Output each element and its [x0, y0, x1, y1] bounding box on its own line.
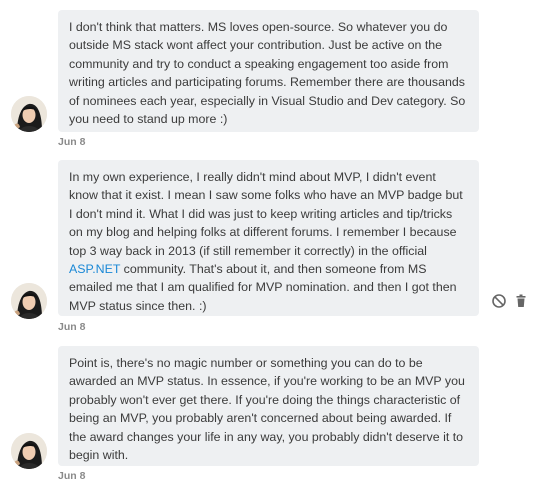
- message-text: Point is, there's no magic number or som…: [69, 356, 465, 463]
- trash-icon[interactable]: [513, 293, 529, 309]
- message-bubble: I don't think that matters. MS loves ope…: [58, 10, 479, 132]
- aspnet-link[interactable]: ASP.NET: [69, 262, 120, 276]
- avatar[interactable]: [11, 433, 47, 469]
- message-date: Jun 8: [58, 470, 86, 482]
- avatar[interactable]: [11, 96, 47, 132]
- block-icon[interactable]: [491, 293, 507, 309]
- message-text-part: community. That's about it, and then som…: [69, 262, 457, 313]
- message-bubble: In my own experience, I really didn't mi…: [58, 160, 479, 316]
- avatar-image: [11, 96, 47, 132]
- avatar-image: [11, 283, 47, 319]
- message-text-part: In my own experience, I really didn't mi…: [69, 170, 463, 258]
- message-actions: [491, 293, 531, 309]
- avatar-image: [11, 433, 47, 469]
- avatar[interactable]: [11, 283, 47, 319]
- message-date: Jun 8: [58, 136, 86, 148]
- message-text: I don't think that matters. MS loves ope…: [69, 20, 466, 127]
- message-date: Jun 8: [58, 321, 86, 333]
- message-bubble: Point is, there's no magic number or som…: [58, 346, 479, 466]
